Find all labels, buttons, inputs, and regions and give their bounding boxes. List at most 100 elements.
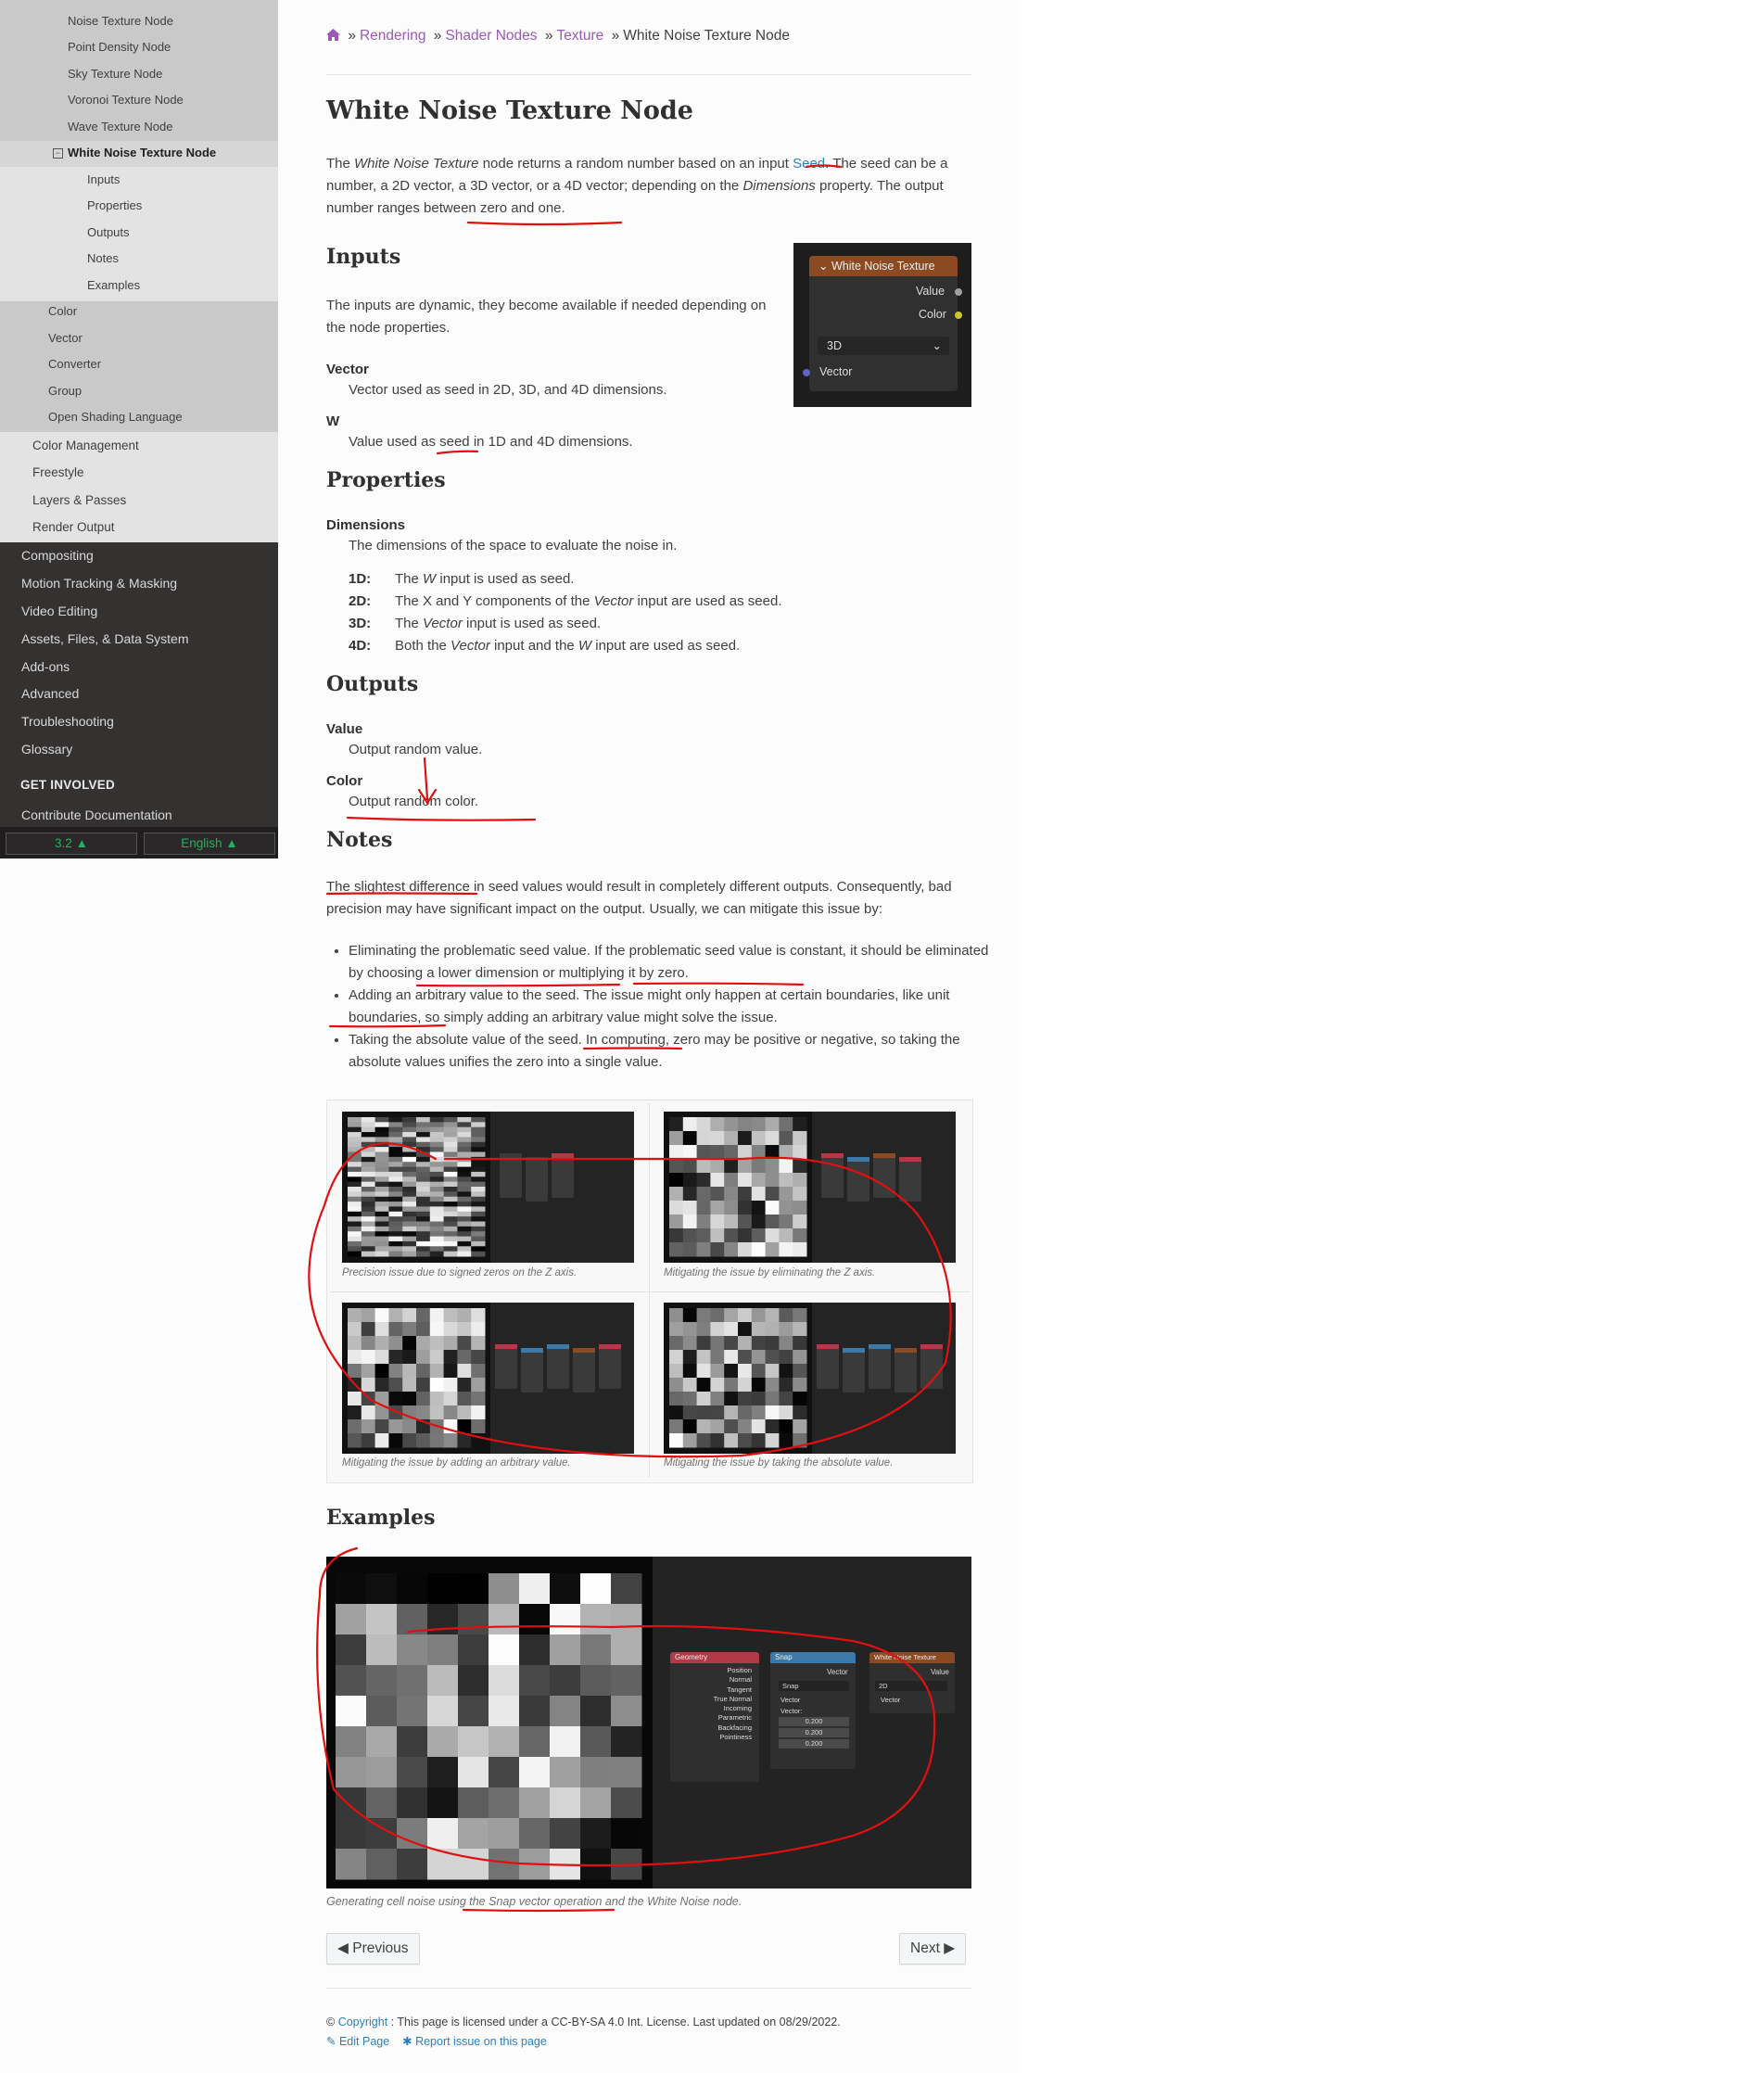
noise-cell — [361, 1231, 376, 1238]
copyright-link[interactable]: Copyright — [338, 2016, 388, 2028]
sidebar-item-examples[interactable]: Examples — [87, 277, 140, 294]
seed-link[interactable]: Seed — [793, 156, 825, 172]
gallery-figure-2[interactable] — [664, 1112, 970, 1273]
sidebar-item-addons[interactable]: Add-ons — [21, 658, 70, 675]
sidebar-item-freestyle[interactable]: Freestyle — [32, 464, 84, 481]
noise-cell — [751, 1364, 767, 1379]
mini-node — [547, 1344, 569, 1389]
noise-cell — [458, 1726, 489, 1758]
noise-cell — [471, 1187, 486, 1192]
sidebar-item-converter[interactable]: Converter — [48, 356, 101, 373]
noise-cell — [751, 1187, 767, 1202]
noise-cell — [611, 1634, 642, 1666]
noise-cell — [429, 1405, 445, 1420]
noise-cell — [416, 1151, 431, 1158]
edit-page-link[interactable]: ✎ Edit Page — [326, 2035, 389, 2048]
gallery-caption-3: Mitigating the issue by adding an arbitr… — [342, 1457, 571, 1469]
noise-cell — [361, 1171, 376, 1177]
previous-button[interactable]: ◀ Previous — [326, 1933, 420, 1965]
noise-cell — [457, 1433, 472, 1448]
sidebar-item-video-editing[interactable]: Video Editing — [21, 603, 97, 619]
sidebar-item-point-density[interactable]: Point Density Node — [68, 39, 171, 56]
noise-cell — [471, 1378, 486, 1393]
noise-cell — [348, 1196, 362, 1202]
sidebar-item-white-noise-current[interactable]: White Noise Texture Node — [68, 145, 216, 161]
noise-cell — [388, 1176, 403, 1183]
noise-cell — [580, 1849, 612, 1880]
sidebar-item-compositing[interactable]: Compositing — [21, 547, 94, 564]
sidebar-item-notes[interactable]: Notes — [87, 250, 119, 267]
sidebar-item-properties[interactable]: Properties — [87, 197, 142, 214]
sidebar-item-motion-tracking[interactable]: Motion Tracking & Masking — [21, 575, 177, 591]
sidebar-item-wave-texture[interactable]: Wave Texture Node — [68, 119, 172, 135]
sidebar-item-layers-passes[interactable]: Layers & Passes — [32, 492, 126, 509]
gallery-figure-4[interactable] — [664, 1303, 970, 1464]
noise-cell — [751, 1145, 767, 1160]
breadcrumb-shader-nodes[interactable]: Shader Nodes — [445, 28, 537, 44]
sidebar-item-group[interactable]: Group — [48, 383, 82, 400]
sidebar-item-glossary[interactable]: Glossary — [21, 741, 72, 757]
noise-cell — [457, 1246, 472, 1253]
next-button[interactable]: Next ▶ — [899, 1933, 967, 1965]
sidebar-item-advanced[interactable]: Advanced — [21, 685, 79, 702]
noise-cell — [457, 1336, 472, 1351]
report-issue-link[interactable]: ✱ Report issue on this page — [402, 2035, 547, 2048]
noise-cell — [682, 1378, 698, 1393]
noise-cell — [724, 1117, 739, 1132]
sidebar-item-troubleshooting[interactable]: Troubleshooting — [21, 713, 114, 730]
noise-cell — [669, 1308, 684, 1323]
noise-cell — [348, 1322, 362, 1337]
noise-cell — [429, 1433, 445, 1448]
sidebar-item-sky-texture[interactable]: Sky Texture Node — [68, 66, 162, 83]
sidebar-item-color-management[interactable]: Color Management — [32, 438, 139, 454]
noise-cell — [696, 1364, 711, 1379]
collapse-icon[interactable]: − — [53, 148, 63, 159]
noise-cell — [388, 1141, 403, 1148]
noise-cell — [374, 1166, 389, 1173]
noise-cell — [696, 1173, 711, 1188]
noise-cell — [429, 1171, 445, 1177]
noise-cell — [751, 1392, 767, 1406]
sidebar-item-vector[interactable]: Vector — [48, 330, 82, 347]
gallery-figure-1[interactable] — [342, 1112, 648, 1273]
noise-cell — [765, 1131, 780, 1146]
noise-cell — [738, 1405, 753, 1420]
noise-cell — [443, 1226, 458, 1232]
sidebar-item-outputs[interactable]: Outputs — [87, 224, 130, 241]
gallery-figure-3[interactable] — [342, 1303, 648, 1464]
noise-cell — [429, 1137, 445, 1143]
noise-cell — [348, 1137, 362, 1143]
breadcrumb-rendering[interactable]: Rendering — [360, 28, 426, 44]
noise-cell — [416, 1308, 431, 1323]
sidebar-item-render-output[interactable]: Render Output — [32, 519, 115, 536]
noise-cell — [710, 1378, 725, 1393]
noise-cell — [471, 1171, 486, 1177]
sidebar-item-contribute[interactable]: Contribute Documentation — [21, 807, 172, 823]
noise-cell — [724, 1187, 739, 1202]
noise-cell — [710, 1131, 725, 1146]
noise-cell — [696, 1433, 711, 1448]
noise-cell — [348, 1240, 362, 1247]
sidebar-item-voronoi-texture[interactable]: Voronoi Texture Node — [68, 92, 184, 108]
noise-cell — [682, 1419, 698, 1434]
noise-cell — [550, 1665, 581, 1697]
language-selector[interactable]: English ▲ — [144, 833, 275, 855]
sidebar-item-color[interactable]: Color — [48, 303, 77, 320]
version-selector[interactable]: 3.2 ▲ — [6, 833, 137, 855]
noise-cell — [361, 1187, 376, 1192]
sidebar-item-inputs[interactable]: Inputs — [87, 172, 120, 188]
noise-cell — [682, 1117, 698, 1132]
gallery-caption-4: Mitigating the issue by taking the absol… — [664, 1457, 894, 1469]
sidebar-item-osl[interactable]: Open Shading Language — [48, 409, 183, 426]
sidebar-item-noise-texture[interactable]: Noise Texture Node — [68, 13, 173, 30]
noise-cell — [611, 1573, 642, 1605]
noise-cell — [550, 1757, 581, 1788]
noise-cell — [361, 1221, 376, 1227]
breadcrumb-texture[interactable]: Texture — [556, 28, 603, 44]
noise-cell — [779, 1350, 793, 1365]
noise-cell — [457, 1156, 472, 1163]
noise-cell — [458, 1604, 489, 1635]
home-icon[interactable] — [326, 28, 344, 44]
sidebar-item-assets[interactable]: Assets, Files, & Data System — [21, 630, 189, 647]
noise-cell — [366, 1634, 398, 1666]
